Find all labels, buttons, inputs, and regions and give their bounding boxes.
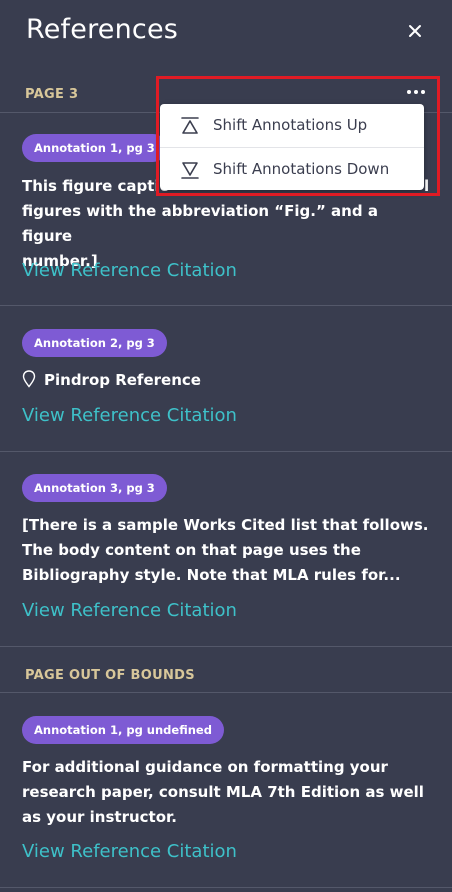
annotation-text-line: [There is a sample Works Cited list that… xyxy=(22,516,429,534)
shift-annotations-down-menu-item[interactable]: Shift Annotations Down xyxy=(160,148,424,191)
more-options-icon[interactable] xyxy=(404,86,428,98)
annotation-text-line: The body content on that page uses the xyxy=(22,541,361,559)
view-reference-citation-link[interactable]: View Reference Citation xyxy=(22,841,237,862)
annotation-text: [There is a sample Works Cited list that… xyxy=(22,513,432,588)
divider xyxy=(0,887,452,888)
annotation-badge: Annotation 1, pg undefined xyxy=(22,716,224,744)
section-label-page-out-of-bounds: PAGE OUT OF BOUNDS xyxy=(25,668,195,683)
annotation-badge: Annotation 3, pg 3 xyxy=(22,474,167,502)
divider xyxy=(0,692,452,693)
shift-up-icon xyxy=(181,117,199,134)
divider xyxy=(0,451,452,452)
pindrop-reference-label: Pindrop Reference xyxy=(44,371,201,389)
view-reference-citation-link[interactable]: View Reference Citation xyxy=(22,260,237,281)
divider xyxy=(0,305,452,306)
pin-icon xyxy=(22,370,36,388)
shift-annotations-up-label: Shift Annotations Up xyxy=(213,116,368,134)
annotations-menu: Shift Annotations Up Shift Annotations D… xyxy=(160,104,424,190)
annotation-badge: Annotation 1, pg 3 xyxy=(22,134,167,162)
panel-title: References xyxy=(26,14,179,45)
annotation-badge: Annotation 2, pg 3 xyxy=(22,329,167,357)
annotation-text-line: as your instructor. xyxy=(22,808,177,826)
annotation-text-line: Bibliography style. Note that MLA rules … xyxy=(22,566,401,584)
section-label-page-3: PAGE 3 xyxy=(25,87,79,102)
annotation-text: For additional guidance on formatting yo… xyxy=(22,755,432,830)
shift-down-icon xyxy=(181,162,199,179)
view-reference-citation-link[interactable]: View Reference Citation xyxy=(22,405,237,426)
annotation-text-fragment: l xyxy=(424,177,430,195)
shift-annotations-up-menu-item[interactable]: Shift Annotations Up xyxy=(160,104,424,147)
references-header: References xyxy=(0,0,452,64)
view-reference-citation-link[interactable]: View Reference Citation xyxy=(22,600,237,621)
close-icon[interactable] xyxy=(402,18,428,44)
divider xyxy=(0,646,452,647)
annotation-text-line: research paper, consult MLA 7th Edition … xyxy=(22,783,424,801)
annotation-text-line: For additional guidance on formatting yo… xyxy=(22,758,388,776)
annotation-text-line: figures with the abbreviation “Fig.” and… xyxy=(22,202,378,245)
shift-annotations-down-label: Shift Annotations Down xyxy=(213,160,390,178)
